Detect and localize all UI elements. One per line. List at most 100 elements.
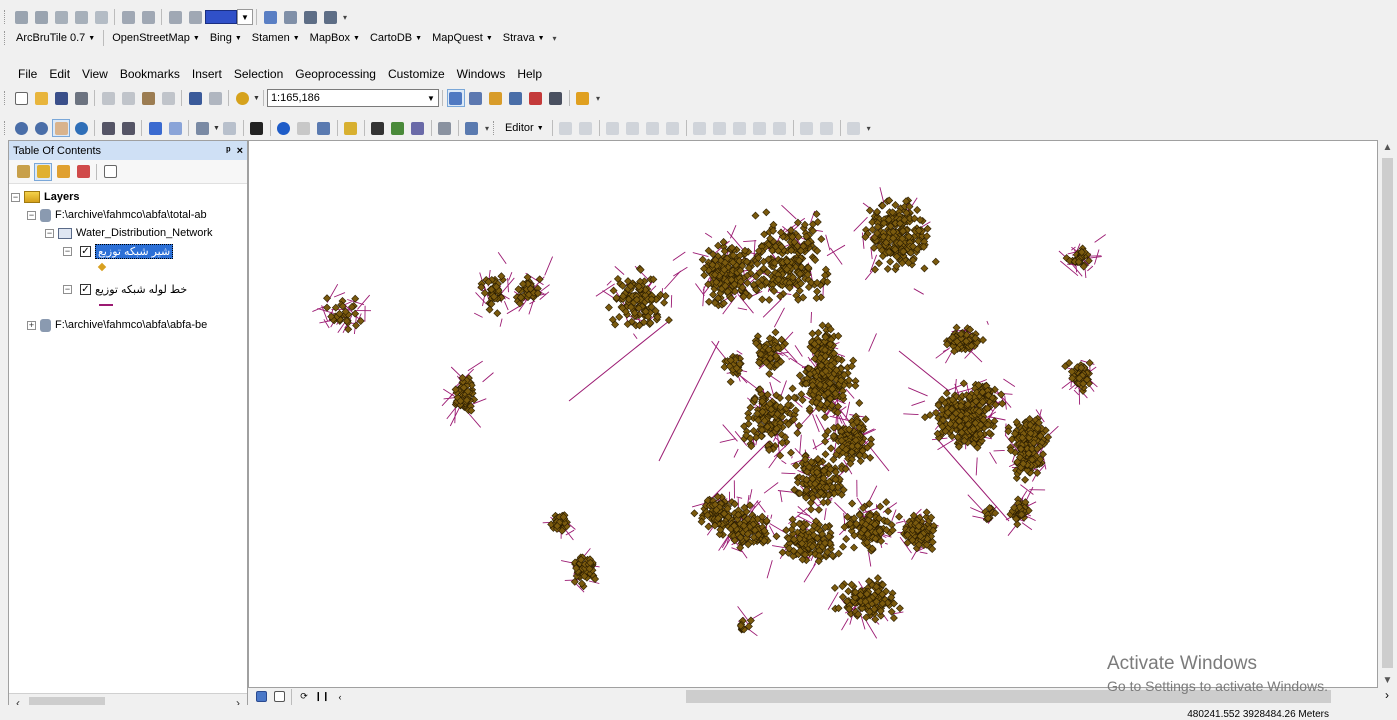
provider-mapbox[interactable]: MapBox ▼ — [305, 29, 365, 47]
menu-selection[interactable]: Selection — [228, 65, 289, 83]
select-elements-icon[interactable] — [248, 119, 266, 137]
focus-frame-icon[interactable] — [281, 8, 299, 26]
scroll-thumb[interactable] — [686, 690, 1331, 703]
copy-icon[interactable] — [119, 89, 137, 107]
toolbar-grip[interactable] — [4, 91, 7, 105]
cut-icon[interactable] — [99, 89, 117, 107]
list-by-visibility-icon[interactable] — [54, 163, 72, 181]
data-driven-pages-icon[interactable] — [321, 8, 339, 26]
attributes-icon[interactable] — [798, 119, 816, 137]
point-icon[interactable] — [664, 119, 682, 137]
scroll-left-icon[interactable]: ‹ — [333, 690, 347, 703]
toolbar-grip[interactable] — [4, 31, 7, 45]
clear-selection-icon[interactable] — [221, 119, 239, 137]
fixed-zoom-in-icon[interactable] — [99, 119, 117, 137]
undo-icon[interactable] — [186, 89, 204, 107]
menu-file[interactable]: File — [12, 65, 43, 83]
scroll-down-icon[interactable]: ▼ — [1378, 675, 1397, 686]
new-document-icon[interactable] — [12, 89, 30, 107]
map-display[interactable] — [248, 140, 1378, 688]
change-layout-icon[interactable] — [301, 8, 319, 26]
straight-segment-icon[interactable] — [604, 119, 622, 137]
time-slider-icon[interactable] — [436, 119, 454, 137]
provider-openstreetmap[interactable]: OpenStreetMap ▼ — [107, 29, 205, 47]
reshape-feature-icon[interactable] — [711, 119, 729, 137]
toolbar-grip[interactable] — [492, 121, 496, 135]
menu-view[interactable]: View — [76, 65, 114, 83]
chevron-down-icon[interactable]: ▼ — [427, 94, 435, 103]
viewer-window-icon[interactable] — [463, 119, 481, 137]
endpoint-arc-icon[interactable] — [624, 119, 642, 137]
menu-geoprocessing[interactable]: Geoprocessing — [289, 65, 382, 83]
measure-icon[interactable] — [342, 119, 360, 137]
hyperlink-icon[interactable] — [295, 119, 313, 137]
pause-drawing-icon[interactable]: ❙❙ — [314, 690, 329, 703]
zoom-percent-box[interactable] — [205, 10, 237, 24]
map-canvas[interactable] — [249, 141, 1378, 688]
provider-cartodb[interactable]: CartoDB ▼ — [365, 29, 427, 47]
provider-stamen[interactable]: Stamen ▼ — [247, 29, 305, 47]
pan-icon[interactable] — [52, 8, 70, 26]
map-scale-input[interactable]: 1:165,186 ▼ — [266, 89, 439, 107]
full-extent-globe-icon[interactable] — [72, 119, 90, 137]
open-folder-icon[interactable] — [32, 89, 50, 107]
zoom-out-fixed-icon[interactable] — [32, 8, 50, 26]
refresh-icon[interactable]: ⟳ — [297, 690, 311, 703]
find-route-icon[interactable] — [389, 119, 407, 137]
table-of-contents-icon[interactable] — [467, 89, 485, 107]
tree-node-valves-layer[interactable]: − ✓ شیر شبکه توزیع — [11, 242, 247, 260]
valves-layer-label[interactable]: شیر شبکه توزیع — [95, 243, 174, 259]
print-icon[interactable] — [72, 89, 90, 107]
catalog-icon[interactable] — [487, 89, 505, 107]
select-features-icon[interactable] — [193, 119, 211, 137]
tree-node-pipes-layer[interactable]: − ✓ خط لوله شبکه توزیع — [11, 280, 247, 298]
toolbar-grip[interactable] — [4, 121, 7, 135]
identify-icon[interactable] — [275, 119, 293, 137]
delete-icon[interactable] — [159, 89, 177, 107]
tree-node-layers[interactable]: − Layers — [11, 188, 247, 206]
collapse-icon[interactable]: − — [11, 192, 20, 202]
toolbar-overflow-icon[interactable]: ▾ — [485, 124, 489, 133]
zoom-in-icon[interactable] — [12, 119, 30, 137]
cut-polygons-icon[interactable] — [731, 119, 749, 137]
menu-windows[interactable]: Windows — [451, 65, 512, 83]
zoom-in-fixed-icon[interactable] — [12, 8, 30, 26]
tree-node-gdb-total[interactable]: − F:\archive\fahmco\abfa\total-ab — [11, 206, 247, 224]
html-popup-icon[interactable] — [315, 119, 333, 137]
pipes-layer-label[interactable]: خط لوله شبکه توزیع — [95, 283, 187, 296]
layout-icon[interactable] — [166, 8, 184, 26]
edit-tool-icon[interactable] — [557, 119, 575, 137]
scroll-up-icon[interactable]: ▲ — [1378, 142, 1397, 153]
zoom-out-icon[interactable] — [32, 119, 50, 137]
toolbar-overflow-icon[interactable]: ▾ — [553, 34, 557, 43]
tree-node-gdb-be[interactable]: + F:\archive\fahmco\abfa\abfa-be — [11, 316, 247, 334]
map-vertical-scrollbar[interactable]: ▲ ▼ — [1378, 140, 1397, 688]
provider-bing[interactable]: Bing ▼ — [205, 29, 247, 47]
scroll-thumb[interactable] — [1382, 158, 1393, 668]
python-window-icon[interactable] — [547, 89, 565, 107]
layer-visibility-checkbox[interactable]: ✓ — [80, 283, 91, 295]
data-view-icon[interactable] — [254, 690, 268, 703]
toolbar-grip[interactable] — [4, 10, 7, 24]
editor-toolbar-icon[interactable] — [446, 89, 465, 107]
toc-options-icon[interactable] — [101, 163, 119, 181]
menu-insert[interactable]: Insert — [186, 65, 228, 83]
go-to-xy-icon[interactable] — [409, 119, 427, 137]
editor-menu[interactable]: Editor ▼ — [500, 119, 549, 137]
sketch-properties-icon[interactable] — [818, 119, 836, 137]
arcbrutile-menu[interactable]: ArcBruTile 0.7 ▼ — [11, 29, 100, 47]
layer-visibility-checkbox[interactable]: ✓ — [80, 245, 91, 257]
map-horizontal-scrollbar[interactable] — [346, 690, 1366, 703]
tree-node-feature-dataset[interactable]: − Water_Distribution_Network — [11, 224, 247, 242]
expand-icon[interactable]: + — [27, 320, 36, 330]
layout2-icon[interactable] — [186, 8, 204, 26]
arctoolbox-icon[interactable] — [527, 89, 545, 107]
layout-view-icon[interactable] — [272, 690, 286, 703]
close-icon[interactable]: × — [237, 145, 243, 157]
list-by-selection-icon[interactable] — [74, 163, 92, 181]
menu-help[interactable]: Help — [511, 65, 548, 83]
back-extent-icon[interactable] — [146, 119, 164, 137]
chevron-down-icon[interactable]: ▼ — [213, 125, 220, 132]
toolbar-overflow-icon[interactable]: ▾ — [343, 13, 347, 22]
pan-hand-icon[interactable] — [52, 119, 70, 137]
